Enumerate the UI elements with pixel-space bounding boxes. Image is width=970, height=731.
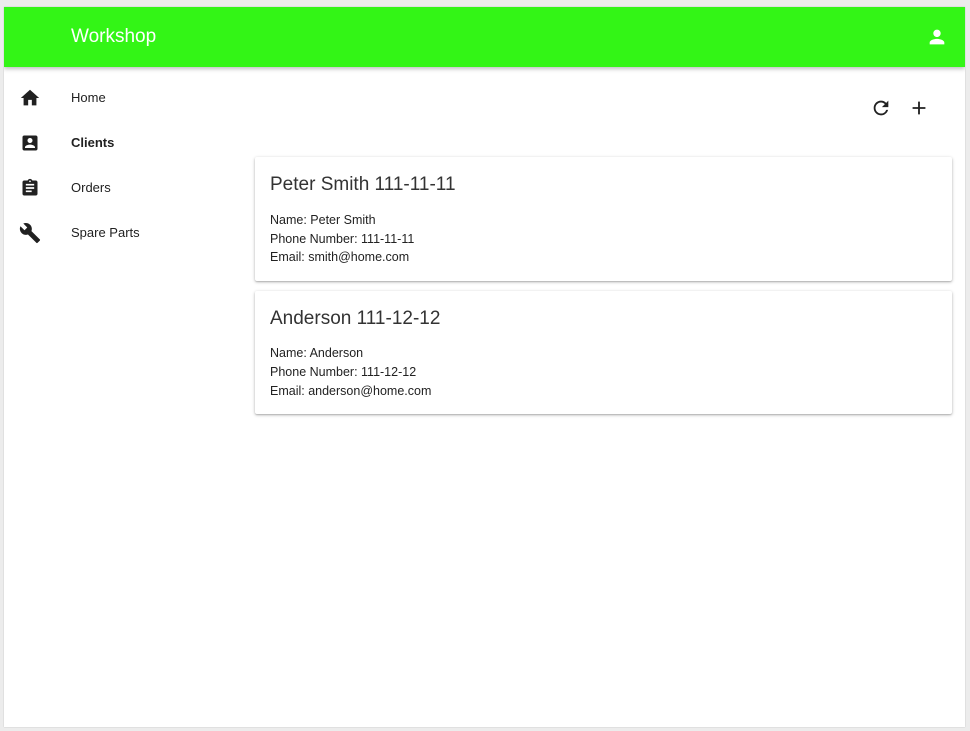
client-name: Name: Anderson <box>270 346 364 360</box>
client-card-title: Peter Smith 111-11-11 <box>270 174 456 195</box>
client-card-title: Anderson 111-12-12 <box>270 308 441 329</box>
sidebar-item-home[interactable]: Home <box>4 75 244 120</box>
refresh-button[interactable] <box>866 93 896 123</box>
sidebar-item-label: Home <box>71 90 106 105</box>
client-email: Email: anderson@home.com <box>270 384 432 398</box>
plus-icon <box>912 101 926 115</box>
sidebar-item-label: Orders <box>71 180 111 195</box>
client-phone: Phone Number: 111-11-11 <box>270 232 415 246</box>
contact-card-icon <box>18 131 42 155</box>
sidebar-item-spare-parts[interactable]: Spare Parts <box>4 210 244 255</box>
client-card[interactable]: Peter Smith 111-11-11 Name: Peter Smith … <box>255 157 952 281</box>
sidebar-item-label: Spare Parts <box>71 225 140 240</box>
sidebar-item-clients[interactable]: Clients <box>4 120 244 165</box>
client-card[interactable]: Anderson 111-12-12 Name: Anderson Phone … <box>255 291 952 414</box>
home-icon <box>18 86 42 110</box>
account-button[interactable] <box>923 23 951 51</box>
refresh-icon <box>873 100 889 116</box>
client-email: Email: smith@home.com <box>270 250 410 264</box>
sidebar: Home Clients Orders Spare Parts <box>4 67 244 727</box>
app-title: Workshop <box>71 26 157 47</box>
wrench-icon <box>18 221 42 245</box>
sidebar-item-orders[interactable]: Orders <box>4 165 244 210</box>
client-phone: Phone Number: 111-12-12 <box>270 365 417 379</box>
sidebar-item-label: Clients <box>71 135 115 150</box>
app-bar: Workshop <box>4 7 965 67</box>
client-name: Name: Peter Smith <box>270 213 376 227</box>
clipboard-icon <box>18 176 42 200</box>
account-icon <box>929 29 945 45</box>
add-client-button[interactable] <box>904 93 934 123</box>
app-window: Workshop Home Clients Orders Spare Parts… <box>4 7 965 727</box>
